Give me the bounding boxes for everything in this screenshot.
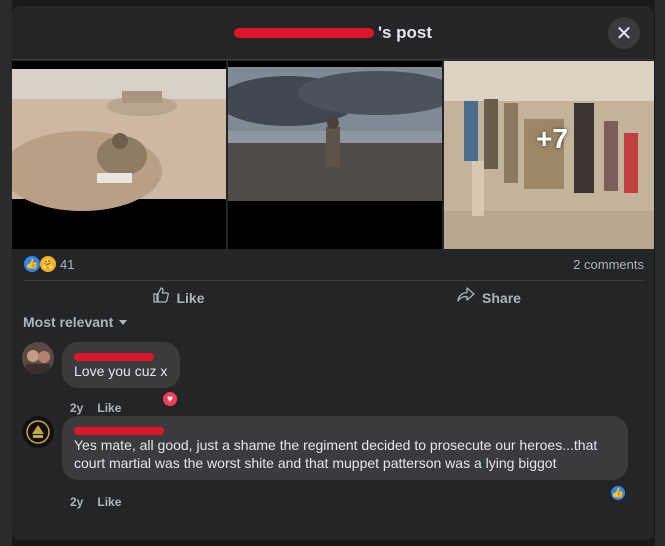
comment-author[interactable] — [74, 422, 616, 436]
heart-reaction-icon[interactable]: ♥ — [161, 390, 179, 408]
comment-author[interactable] — [74, 348, 168, 362]
share-button-label: Share — [482, 289, 521, 306]
avatar[interactable] — [22, 416, 54, 448]
comment-text: Yes mate, all good, just a shame the reg… — [74, 437, 598, 471]
photo-oil-fire-soldier — [228, 61, 442, 249]
modal-header: 's post ✕ — [12, 6, 654, 60]
comment-like-link[interactable]: Like — [97, 495, 121, 509]
close-button[interactable]: ✕ — [608, 17, 640, 49]
comment-like-link[interactable]: Like — [97, 401, 121, 415]
comments-count-link[interactable]: 2 comments — [573, 257, 644, 272]
reaction-count-group[interactable]: 👍 🤗 41 — [24, 256, 74, 272]
reaction-count: 41 — [60, 256, 75, 272]
like-button[interactable]: Like — [24, 281, 334, 314]
comment-age: 2y — [70, 495, 84, 509]
photo-tile[interactable] — [228, 61, 442, 249]
redacted-commenter-name — [74, 352, 154, 361]
avatar[interactable] — [22, 342, 54, 374]
background-right-edge — [655, 0, 665, 546]
post-actions-bar: Like Share — [24, 280, 644, 314]
comment-sort-dropdown[interactable]: Most relevant — [23, 314, 128, 330]
redacted-author-name — [233, 28, 374, 39]
close-icon: ✕ — [615, 22, 633, 45]
comment-bubble: Yes mate, all good, just a shame the reg… — [62, 416, 628, 480]
modal-title: 's post — [233, 22, 433, 43]
share-button[interactable]: Share — [334, 281, 644, 314]
photo-group-children — [444, 61, 654, 249]
like-button-label: Like — [176, 289, 205, 306]
like-reaction-icon[interactable]: 👍 — [609, 484, 627, 502]
photo-tile[interactable] — [12, 61, 226, 249]
comment-meta: 2y Like — [70, 401, 121, 415]
background-left-edge — [0, 0, 12, 546]
thumbs-up-icon — [153, 287, 170, 308]
reactions-summary: 👍 🤗 41 2 comments — [24, 253, 644, 275]
sort-label: Most relevant — [23, 314, 114, 330]
modal-title-suffix: 's post — [377, 22, 433, 42]
post-modal: 's post ✕ +7 👍 🤗 41 2 comments Like Shar… — [12, 6, 654, 540]
comment-item: Yes mate, all good, just a shame the reg… — [22, 416, 642, 516]
photo-tile-more[interactable]: +7 — [444, 61, 654, 249]
photo-grid: +7 — [12, 61, 654, 249]
comment-item: Love you cuz x ♥ 2y Like — [22, 342, 642, 415]
share-arrow-icon — [457, 287, 475, 308]
comment-meta: 2y Like — [70, 495, 121, 509]
comment-age: 2y — [70, 401, 84, 415]
care-reaction-icon: 🤗 — [40, 256, 56, 272]
chevron-down-icon — [119, 319, 128, 325]
comment-bubble: Love you cuz x — [62, 342, 180, 388]
like-reaction-icon: 👍 — [24, 256, 40, 272]
more-photos-count: +7 — [536, 123, 568, 154]
comment-text: Love you cuz x — [74, 363, 168, 379]
photo-desert-soldier — [12, 61, 226, 249]
redacted-commenter-name — [74, 426, 164, 435]
